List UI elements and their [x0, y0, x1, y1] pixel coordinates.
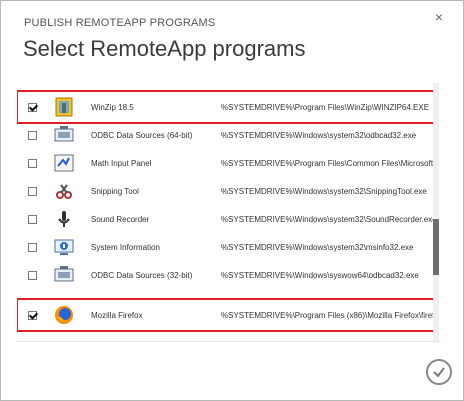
- publish-remoteapp-dialog: PUBLISH REMOTEAPP PROGRAMS × Select Remo…: [0, 0, 464, 401]
- program-checkbox[interactable]: [28, 310, 37, 320]
- program-name: Mozilla Firefox: [91, 310, 143, 320]
- scrollbar[interactable]: [433, 83, 439, 341]
- program-path: %SYSTEMDRIVE%\Program Files (x86)\Mozill…: [221, 310, 435, 320]
- program-row[interactable]: ODBC Data Sources (32-bit) %SYSTEMDRIVE%…: [17, 259, 437, 291]
- system-info-icon: [53, 236, 75, 258]
- scissors-icon: [53, 180, 75, 202]
- program-path: %SYSTEMDRIVE%\Windows\system32\SoundReco…: [221, 214, 435, 224]
- scroll-thumb[interactable]: [433, 219, 439, 275]
- program-path: %SYSTEMDRIVE%\Windows\system32\msinfo32.…: [221, 242, 414, 252]
- winzip-icon: [53, 96, 75, 118]
- program-checkbox[interactable]: [28, 242, 37, 252]
- math-input-icon: [53, 152, 75, 174]
- program-name: Snipping Tool: [91, 186, 139, 196]
- page-title: Select RemoteApp programs: [23, 36, 306, 61]
- program-name: System Information: [91, 242, 160, 252]
- program-row[interactable]: Mozilla Firefox %SYSTEMDRIVE%\Program Fi…: [17, 298, 438, 332]
- program-path: %SYSTEMDRIVE%\Program Files\WinZip\WINZI…: [221, 102, 430, 112]
- program-checkbox[interactable]: [28, 214, 37, 224]
- program-name: ODBC Data Sources (64-bit): [91, 130, 193, 140]
- program-name: ODBC Data Sources (32-bit): [91, 270, 193, 280]
- program-list: WinZip 18.5 %SYSTEMDRIVE%\Program Files\…: [17, 79, 441, 341]
- odbc-icon: [53, 124, 75, 146]
- firefox-icon: [53, 304, 75, 326]
- program-checkbox[interactable]: [28, 186, 37, 196]
- dialog-kicker: PUBLISH REMOTEAPP PROGRAMS: [24, 17, 216, 29]
- checkmark-icon: [433, 367, 445, 378]
- microphone-icon: [53, 208, 75, 230]
- program-checkbox[interactable]: [28, 158, 37, 168]
- program-name: Sound Recorder: [91, 214, 150, 224]
- program-checkbox[interactable]: [28, 102, 37, 112]
- odbc-icon: [53, 264, 75, 286]
- close-icon[interactable]: ×: [431, 9, 447, 25]
- program-path: %SYSTEMDRIVE%\Windows\system32\SnippingT…: [221, 186, 427, 196]
- program-path: %SYSTEMDRIVE%\Windows\system32\odbcad32.…: [221, 130, 417, 140]
- footer-divider: [17, 341, 441, 342]
- program-name: WinZip 18.5: [91, 102, 134, 112]
- program-checkbox[interactable]: [28, 270, 37, 280]
- program-name: Math Input Panel: [91, 158, 152, 168]
- program-checkbox[interactable]: [28, 130, 37, 140]
- program-path: %SYSTEMDRIVE%\Program Files\Common Files…: [221, 158, 435, 168]
- confirm-button[interactable]: [426, 359, 452, 385]
- program-path: %SYSTEMDRIVE%\Windows\syswow64\odbcad32.…: [221, 270, 419, 280]
